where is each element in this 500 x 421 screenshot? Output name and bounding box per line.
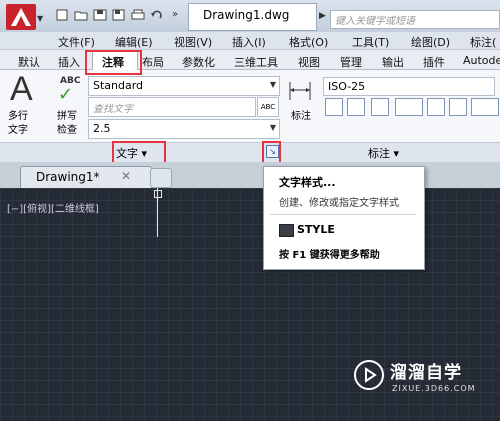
search-placeholder: 键入关键字或短语 bbox=[335, 16, 415, 27]
quick-dim-icon[interactable] bbox=[427, 98, 445, 116]
chevron-down-icon: ▼ bbox=[269, 123, 276, 132]
ribbon-panel-footer bbox=[0, 142, 500, 163]
tab-parametric[interactable]: 参数化 bbox=[182, 54, 215, 70]
tooltip-command: STYLE bbox=[297, 223, 335, 236]
tab-plugins[interactable]: 插件 bbox=[423, 54, 445, 70]
check-mark-icon: ✓ bbox=[58, 84, 74, 105]
tab-layout[interactable]: 布局 bbox=[142, 54, 164, 70]
menu-insert[interactable]: 插入(I) bbox=[232, 34, 266, 50]
search-expand-icon[interactable]: ▶ bbox=[319, 11, 326, 21]
new-file-icon[interactable] bbox=[55, 9, 69, 21]
angular-dim-icon[interactable] bbox=[371, 98, 389, 116]
menu-draw[interactable]: 绘图(D) bbox=[411, 34, 450, 50]
tooltip-help: 按 F1 键获得更多帮助 bbox=[279, 250, 380, 261]
continue-dim-icon[interactable] bbox=[395, 98, 423, 116]
save-icon[interactable] bbox=[93, 9, 107, 21]
find-text-placeholder: 查找文字 bbox=[93, 104, 133, 115]
aligned-dim-icon[interactable] bbox=[347, 98, 365, 116]
multiline-text-icon[interactable]: A bbox=[10, 70, 33, 109]
text-style-value: Standard bbox=[93, 79, 144, 92]
spell-check-button[interactable]: 拼写 检查 bbox=[57, 110, 77, 138]
tab-autodesk[interactable]: Autode bbox=[463, 54, 500, 67]
menu-dimension[interactable]: 标注( bbox=[470, 34, 496, 50]
cursor-pickbox bbox=[154, 190, 162, 198]
spell-label-line1: 拼写 bbox=[57, 111, 77, 122]
baseline-dim-icon[interactable] bbox=[449, 98, 467, 116]
menu-tools[interactable]: 工具(T) bbox=[352, 34, 389, 50]
quick-access-more-icon[interactable]: » bbox=[172, 9, 178, 20]
menu-format[interactable]: 格式(O) bbox=[289, 34, 328, 50]
multiline-text-button[interactable]: 多行 文字 bbox=[8, 110, 28, 138]
command-line-icon bbox=[279, 224, 294, 237]
watermark-title: 溜溜自学 bbox=[390, 363, 462, 383]
watermark-url: ZIXUE.3D66.COM bbox=[392, 384, 476, 393]
viewport-controls[interactable]: [−][俯视][二维线框] bbox=[7, 200, 99, 215]
undo-icon[interactable] bbox=[150, 9, 164, 21]
save-as-icon[interactable] bbox=[112, 9, 126, 21]
dimension-style-value: ISO-25 bbox=[328, 80, 366, 93]
dimension-panel-title[interactable]: 标注 ▾ bbox=[368, 145, 399, 161]
find-text-input[interactable]: 查找文字 bbox=[88, 97, 256, 117]
find-replace-icon[interactable]: ABC bbox=[257, 97, 279, 117]
tab-view[interactable]: 视图 bbox=[298, 54, 320, 70]
tab-default[interactable]: 默认 bbox=[18, 54, 40, 70]
file-tab-label: Drawing1* bbox=[36, 170, 100, 184]
chevron-down-icon: ▼ bbox=[269, 80, 276, 89]
spell-label-line2: 检查 bbox=[57, 125, 77, 136]
plot-icon[interactable] bbox=[131, 9, 145, 21]
document-title: Drawing1.dwg bbox=[203, 8, 290, 22]
highlight-annotate-tab bbox=[85, 50, 142, 75]
tab-3d-tools[interactable]: 三维工具 bbox=[234, 54, 278, 70]
close-icon[interactable]: ✕ bbox=[121, 169, 131, 183]
menu-view[interactable]: 视图(V) bbox=[174, 34, 212, 50]
text-height-select[interactable]: 2.5 ▼ bbox=[88, 119, 280, 139]
tab-manage[interactable]: 管理 bbox=[340, 54, 362, 70]
tooltip-description: 创建、修改或指定文字样式 bbox=[279, 198, 399, 209]
open-folder-icon[interactable] bbox=[74, 9, 88, 21]
highlight-launcher bbox=[262, 141, 281, 164]
dimension-icon[interactable] bbox=[288, 78, 312, 102]
text-style-select[interactable]: Standard ▼ bbox=[88, 76, 280, 96]
linear-dim-icon[interactable] bbox=[325, 98, 343, 116]
menu-file[interactable]: 文件(F) bbox=[58, 34, 95, 50]
menu-bar: 文件(F) 编辑(E) 视图(V) 插入(I) 格式(O) 工具(T) 绘图(D… bbox=[0, 32, 500, 50]
dim-space-icon[interactable] bbox=[471, 98, 499, 116]
new-tab-plus-icon[interactable] bbox=[150, 168, 172, 188]
dimension-style-select[interactable]: ISO-25 bbox=[323, 77, 495, 96]
tab-output[interactable]: 输出 bbox=[382, 54, 404, 70]
tooltip-divider bbox=[270, 214, 416, 215]
text-height-value: 2.5 bbox=[93, 122, 111, 135]
tab-insert[interactable]: 插入 bbox=[58, 54, 80, 70]
tooltip-title: 文字样式... bbox=[279, 176, 336, 189]
watermark-play-icon bbox=[354, 360, 384, 390]
menu-edit[interactable]: 编辑(E) bbox=[115, 34, 153, 50]
mtext-label-line2: 文字 bbox=[8, 125, 28, 136]
dimension-button-label[interactable]: 标注 bbox=[291, 110, 311, 124]
mtext-label-line1: 多行 bbox=[8, 111, 28, 122]
autocad-logo-icon[interactable] bbox=[6, 4, 36, 30]
search-input[interactable]: 键入关键字或短语 bbox=[330, 10, 500, 29]
app-menu-caret-icon[interactable]: ▼ bbox=[37, 14, 43, 23]
